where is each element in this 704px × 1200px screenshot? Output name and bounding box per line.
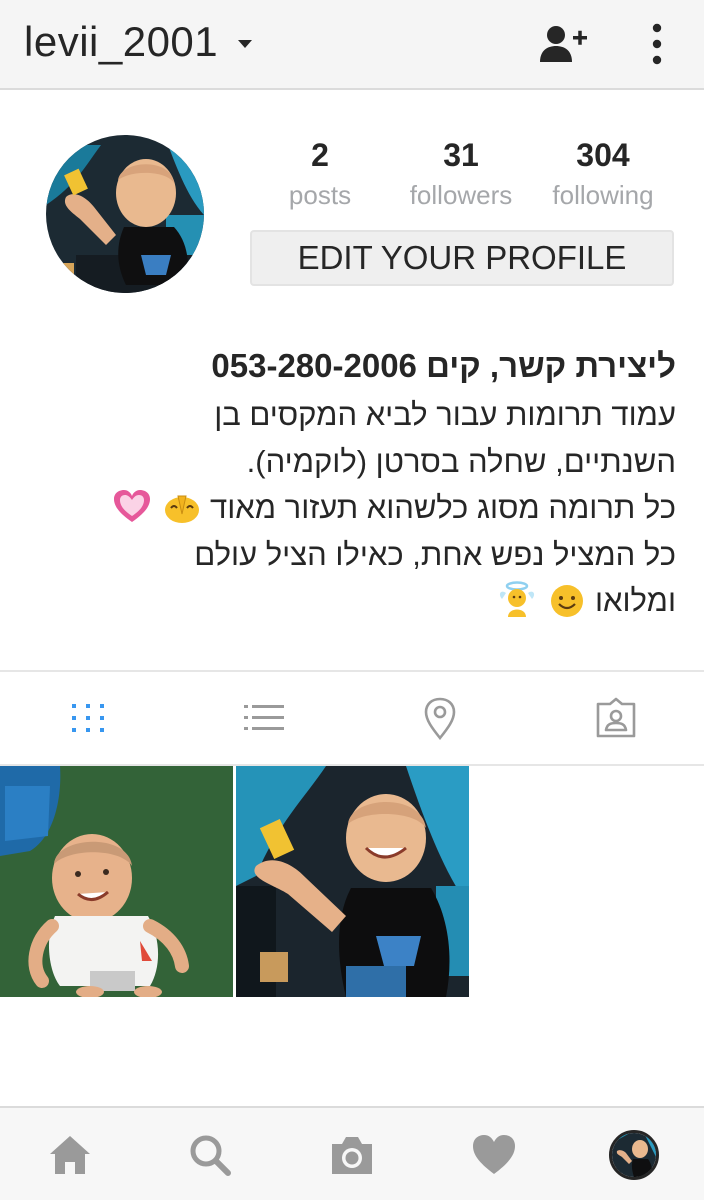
posts-count: 2 posts <box>270 136 370 212</box>
followers-count[interactable]: 31 followers <box>396 136 526 212</box>
stat-value: 31 <box>443 137 479 173</box>
heart-icon[interactable] <box>470 1132 518 1178</box>
praying-hands-emoji <box>163 488 201 526</box>
bio-line-with-emoji: ומלואו <box>30 578 676 625</box>
bio-line: עמוד תרומות עבור לביא המקסים בן <box>214 397 676 432</box>
list-icon[interactable] <box>242 696 286 740</box>
account-switcher[interactable]: levii_2001 <box>24 18 253 66</box>
bio-line-text: ומלואו <box>594 583 676 618</box>
edit-profile-button[interactable]: EDIT YOUR PROFILE <box>250 230 674 286</box>
bio-line: כל המציל נפש אחת, כאילו הציל עולם <box>194 536 676 572</box>
angel-emoji <box>498 581 536 619</box>
bottom-navigation <box>0 1106 704 1200</box>
profile-bio: ליצירת קשר, קים 053-280-2006 עמוד תרומות… <box>30 342 676 625</box>
profile-avatar[interactable] <box>609 1130 659 1180</box>
heart-emoji <box>113 488 151 526</box>
stat-label: posts <box>288 180 352 210</box>
stat-label: followers <box>409 180 513 210</box>
search-icon[interactable] <box>186 1132 234 1178</box>
post-thumbnail[interactable] <box>236 766 469 997</box>
more-vertical-icon[interactable] <box>640 20 674 68</box>
bio-line-text: כל תרומה מסוג כלשהוא תעזור מאוד <box>210 490 676 525</box>
bio-title: ליצירת קשר, קים 053-280-2006 <box>211 347 676 384</box>
stat-value: 304 <box>576 137 630 173</box>
profile-avatar[interactable] <box>46 135 204 293</box>
map-pin-icon[interactable] <box>418 696 462 741</box>
stat-label: following <box>552 180 654 210</box>
tagged-person-icon[interactable] <box>594 696 638 740</box>
post-thumbnail[interactable] <box>0 766 233 997</box>
following-count[interactable]: 304 following <box>538 136 668 212</box>
smiling-face-emoji <box>548 581 586 619</box>
bio-line-with-emoji: כל תרומה מסוג כלשהוא תעזור מאוד <box>30 485 676 532</box>
profile-tabs <box>0 672 704 764</box>
profile-username: levii_2001 <box>24 18 219 65</box>
grid-icon[interactable] <box>66 696 110 740</box>
add-user-icon[interactable] <box>538 22 590 66</box>
top-bar: levii_2001 <box>0 0 704 90</box>
stat-value: 2 <box>311 137 329 173</box>
bio-line: השנתיים, שחלה בסרטן (לוקמיה). <box>246 443 676 479</box>
chevron-down-icon <box>238 40 253 48</box>
camera-icon[interactable] <box>328 1132 376 1178</box>
home-icon[interactable] <box>46 1132 94 1178</box>
